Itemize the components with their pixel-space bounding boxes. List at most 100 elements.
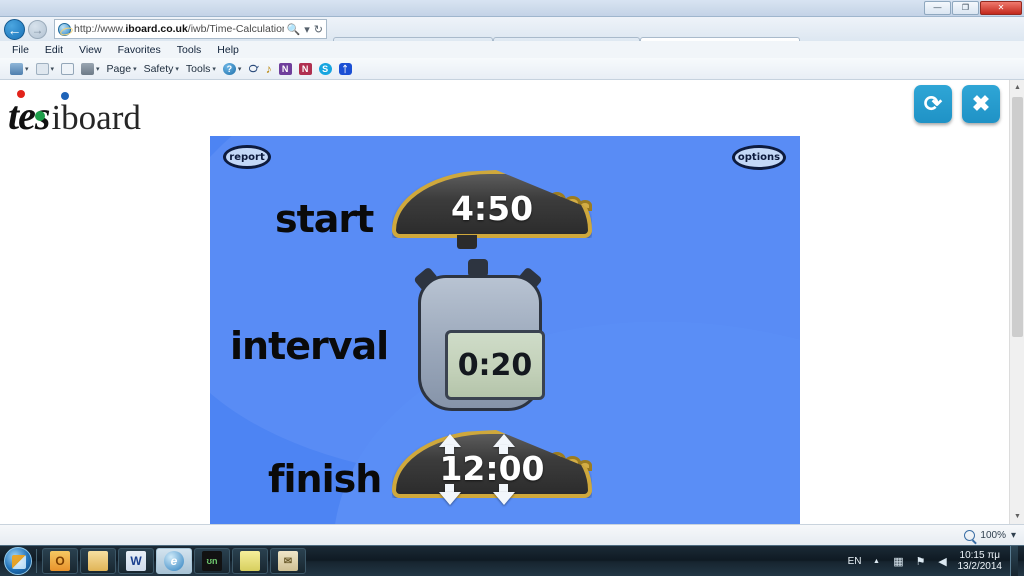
screen: — ❐ ✕ ← → http://www.iboard.co.uk/iwb/Ti… — [0, 0, 1024, 576]
tray-clock[interactable]: 10:15 πμ 13/2/2014 — [958, 550, 1003, 572]
app-top-buttons: ⟳ ✖ — [914, 85, 1000, 123]
command-home[interactable]: ▾ — [10, 62, 29, 75]
report-button[interactable]: report — [223, 145, 271, 169]
address-bar[interactable]: http://www.iboard.co.uk/iwb/Time-Calcula… — [54, 19, 327, 39]
start-button[interactable] — [4, 547, 32, 575]
window-restore-button[interactable]: ❐ — [952, 1, 979, 15]
command-page[interactable]: Page ▾ — [107, 63, 137, 75]
help-icon: ? — [222, 62, 236, 75]
volume-icon[interactable]: ◀ — [936, 554, 950, 568]
scroll-down-icon[interactable]: ▼ — [1010, 509, 1024, 524]
chevron-down-icon: ▾ — [50, 65, 55, 73]
window-close-button[interactable]: ✕ — [980, 1, 1022, 15]
command-tools[interactable]: Tools ▾ — [186, 63, 216, 75]
page-scrollbar[interactable]: ▲ ▼ — [1009, 80, 1024, 524]
taskbar-media[interactable]: ʊn — [194, 548, 230, 574]
command-help[interactable]: ? ▾ — [222, 62, 242, 75]
interval-label: interval — [230, 324, 389, 368]
onenote-red-icon[interactable]: N — [298, 62, 312, 75]
command-safety-label: Safety — [143, 62, 174, 75]
window-title-bar: — ❐ ✕ — [0, 0, 1024, 17]
chevron-down-icon: ▾ — [96, 65, 100, 73]
menu-item-view[interactable]: View — [79, 44, 102, 56]
start-label: start — [275, 197, 374, 241]
back-button[interactable]: ← — [4, 19, 25, 40]
chevron-down-icon: ▾ — [237, 65, 242, 73]
spellcheck-icon[interactable]: ℺ — [248, 62, 258, 75]
browser-navigation-bar: ← → http://www.iboard.co.uk/iwb/Time-Cal… — [0, 17, 1024, 58]
bluetooth-icon[interactable]: ᛏ — [338, 62, 352, 75]
taskbar-explorer[interactable] — [80, 548, 116, 574]
stopwatch-body: 0:20 — [418, 275, 545, 411]
interval-time-value: 0:20 — [445, 330, 545, 400]
finish-hours-down-arrow[interactable] — [439, 492, 461, 505]
window-controls: — ❐ ✕ — [924, 1, 1022, 15]
start-display-foot — [457, 235, 477, 249]
menu-item-help[interactable]: Help — [217, 44, 239, 56]
logo-tes-text: tes — [8, 90, 69, 139]
tray-language[interactable]: EN — [848, 556, 862, 567]
command-feeds[interactable]: ▾ — [35, 62, 55, 75]
chevron-down-icon: ▾ — [25, 65, 29, 73]
zoom-level: 100% — [980, 529, 1006, 541]
home-icon — [10, 62, 23, 75]
chevron-down-icon: ▾ — [212, 65, 216, 73]
media-icon: ʊn — [202, 551, 222, 571]
logo-dot-green-icon — [35, 111, 45, 121]
zoom-dropdown-icon[interactable]: ▾ — [1011, 530, 1016, 541]
scroll-up-icon[interactable]: ▲ — [1010, 80, 1024, 95]
action-center-icon[interactable]: ⚑ — [914, 554, 928, 568]
show-desktop-button[interactable] — [1010, 545, 1018, 576]
menu-item-file[interactable]: File — [12, 44, 29, 56]
chevron-down-icon: ▾ — [133, 65, 137, 73]
command-bar: ▾ ▾ ▾ Page ▾ Safety ▾ Tools ▾ ? ▾ ℺ ♪ N … — [0, 58, 1024, 80]
chevron-down-icon[interactable]: ▾ — [304, 23, 310, 36]
search-icon[interactable]: 🔍 — [287, 23, 301, 36]
music-note-icon[interactable]: ♪ — [266, 62, 272, 76]
refresh-button[interactable]: ⟳ — [914, 85, 952, 123]
taskbar-internet-explorer[interactable]: e — [156, 548, 192, 574]
command-tools-label: Tools — [185, 62, 211, 75]
onenote-purple-icon[interactable]: N — [278, 62, 292, 75]
menu-item-edit[interactable]: Edit — [45, 44, 63, 56]
tray-date: 13/2/2014 — [957, 561, 1003, 572]
mail-icon: ✉ — [278, 551, 298, 571]
taskbar-word[interactable]: W — [118, 548, 154, 574]
command-page-label: Page — [106, 62, 132, 75]
skype-icon[interactable]: S — [318, 62, 332, 75]
menu-bar: File Edit View Favorites Tools Help — [0, 41, 1024, 58]
scrollbar-thumb[interactable] — [1012, 97, 1023, 337]
feeds-icon — [35, 62, 49, 75]
address-bar-url: http://www.iboard.co.uk/iwb/Time-Calcula… — [74, 23, 284, 35]
ie-favicon-icon — [58, 22, 71, 36]
finish-time-value: 12:00 — [439, 448, 545, 488]
taskbar-notes[interactable] — [232, 548, 268, 574]
print-icon — [81, 62, 95, 75]
tray-time: 10:15 πμ — [959, 550, 1000, 561]
finish-minutes-down-arrow[interactable] — [493, 492, 515, 505]
chevron-down-icon: ▾ — [175, 65, 179, 73]
command-print[interactable]: ▾ — [81, 62, 100, 75]
windows-taskbar: O W e ʊn ✉ EN ▲ ▦ ⚑ ◀ 10:15 πμ 13/2/2014 — [0, 545, 1024, 576]
window-minimize-button[interactable]: — — [924, 1, 951, 15]
finish-label: finish — [268, 457, 382, 501]
options-button[interactable]: options — [732, 145, 786, 170]
browser-status-bar: 100% ▾ — [0, 524, 1024, 545]
command-safety[interactable]: Safety ▾ — [144, 63, 179, 75]
folder-icon — [88, 551, 108, 571]
forward-button[interactable]: → — [28, 20, 47, 39]
web-page-content: tes iboard ⟳ ✖ report options start 4:50 — [0, 80, 1024, 524]
refresh-icon[interactable]: ↻ — [314, 23, 323, 36]
menu-item-tools[interactable]: Tools — [177, 44, 202, 56]
time-calculations-activity: report options start 4:50 interval 0:20 … — [210, 136, 800, 524]
sticky-notes-icon — [240, 551, 260, 571]
menu-item-favorites[interactable]: Favorites — [118, 44, 161, 56]
close-button[interactable]: ✖ — [962, 85, 1000, 123]
tray-expand-icon[interactable]: ▲ — [870, 554, 884, 568]
network-warning-icon[interactable]: ▦ — [892, 554, 906, 568]
taskbar-mail[interactable]: ✉ — [270, 548, 306, 574]
logo-dot-blue-icon — [61, 92, 69, 100]
taskbar-outlook[interactable]: O — [42, 548, 78, 574]
read-mail-icon — [61, 62, 75, 75]
command-read-mail[interactable] — [61, 62, 75, 75]
